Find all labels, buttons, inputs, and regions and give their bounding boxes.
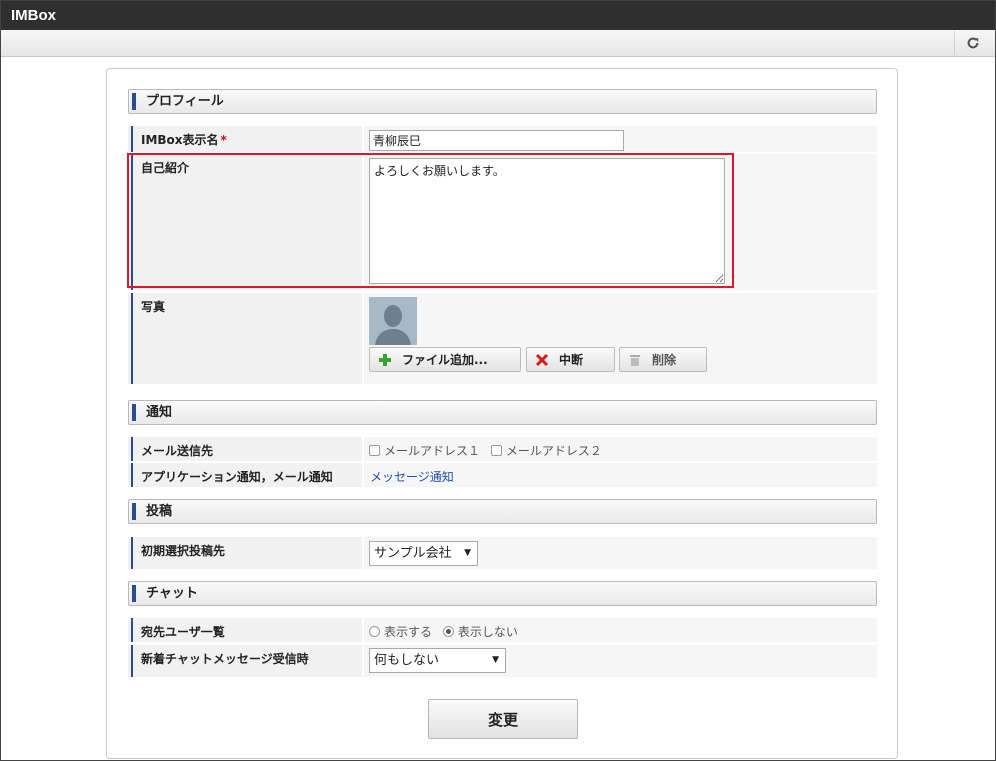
row-self-intro: 自己紹介 よろしくお願いします。 (128, 154, 877, 290)
new-chat-message-select[interactable]: 何もしない ▼ (369, 648, 506, 673)
display-name-label: IMBox表示名 * (128, 126, 362, 152)
avatar (369, 297, 417, 345)
row-display-name: IMBox表示名 * (128, 126, 877, 152)
section-notification-header: 通知 (128, 400, 877, 425)
hide-radio[interactable] (442, 626, 454, 637)
new-chat-message-label: 新着チャットメッセージ受信時 (128, 645, 362, 677)
show-radio[interactable] (369, 626, 380, 637)
plus-icon (379, 353, 391, 366)
mail-2-label: メールアドレス２ (505, 444, 602, 458)
recipient-list-cell: 表示する 表示しない (364, 618, 877, 642)
add-file-button[interactable]: ファイル追加... (369, 347, 521, 372)
dropdown-arrow-icon: ▼ (464, 548, 471, 558)
show-radio-label: 表示する (384, 625, 433, 639)
abort-button[interactable]: 中断 (526, 347, 615, 372)
app-mail-notification-cell: メッセージ通知 (364, 463, 877, 487)
section-post-header: 投稿 (128, 499, 877, 524)
add-file-label: ファイル追加... (402, 353, 488, 367)
display-name-label-text: IMBox表示名 (141, 133, 219, 147)
default-post-target-value: サンプル会社 (374, 546, 452, 561)
row-new-chat-message: 新着チャットメッセージ受信時 何もしない ▼ (128, 645, 877, 677)
dropdown-arrow-icon: ▼ (492, 655, 499, 665)
photo-label: 写真 (128, 293, 362, 384)
mail-1-label: メールアドレス１ (384, 444, 481, 458)
new-chat-message-cell: 何もしない ▼ (364, 645, 877, 677)
new-chat-message-value: 何もしない (374, 653, 440, 668)
submit-button[interactable]: 変更 (428, 699, 578, 739)
hide-radio-label: 表示しない (457, 625, 518, 639)
mail-1-checkbox[interactable] (369, 445, 380, 456)
app-title: IMBox (1, 1, 995, 30)
trash-icon (630, 354, 640, 366)
mail-2-checkbox[interactable] (490, 445, 502, 456)
row-mail-destination: メール送信先 メールアドレス１ メールアドレス２ (128, 437, 877, 461)
section-chat-header: チャット (128, 581, 877, 606)
row-app-mail-notification: アプリケーション通知，メール通知 メッセージ通知 (128, 463, 877, 487)
default-post-target-select[interactable]: サンプル会社 ▼ (369, 541, 478, 566)
mail-destination-cell: メールアドレス１ メールアドレス２ (364, 437, 877, 461)
self-intro-cell: よろしくお願いします。 (364, 154, 877, 290)
display-name-input[interactable] (369, 130, 624, 151)
default-post-target-label: 初期選択投稿先 (128, 537, 362, 569)
person-silhouette-icon (369, 297, 417, 345)
app-mail-notification-label: アプリケーション通知，メール通知 (128, 463, 362, 487)
display-name-cell (364, 126, 877, 152)
row-recipient-list: 宛先ユーザ一覧 表示する 表示しない (128, 618, 877, 642)
self-intro-textarea[interactable]: よろしくお願いします。 (369, 158, 725, 284)
settings-panel: プロフィール IMBox表示名* 自己紹介 よろしくお願いします。 写真 (106, 68, 898, 759)
refresh-icon (967, 37, 978, 49)
message-notification-link[interactable]: メッセージ通知 (370, 470, 454, 484)
delete-button[interactable]: 削除 (619, 347, 707, 372)
recipient-list-label: 宛先ユーザ一覧 (128, 618, 362, 642)
photo-cell: ファイル追加... 中断 削除 (364, 293, 877, 384)
cross-icon (535, 353, 549, 366)
row-photo: 写真 ファイル追加... 中断 削除 (128, 293, 877, 384)
delete-label: 削除 (652, 353, 677, 367)
toolbar (1, 30, 995, 57)
mail-destination-label: メール送信先 (128, 437, 362, 461)
self-intro-label: 自己紹介 (128, 154, 362, 290)
row-default-post-target: 初期選択投稿先 サンプル会社 ▼ (128, 537, 877, 569)
required-mark: * (220, 133, 227, 147)
default-post-target-cell: サンプル会社 ▼ (364, 537, 877, 569)
section-profile-header: プロフィール (128, 89, 877, 114)
refresh-button[interactable] (954, 31, 990, 55)
abort-label: 中断 (559, 353, 584, 367)
